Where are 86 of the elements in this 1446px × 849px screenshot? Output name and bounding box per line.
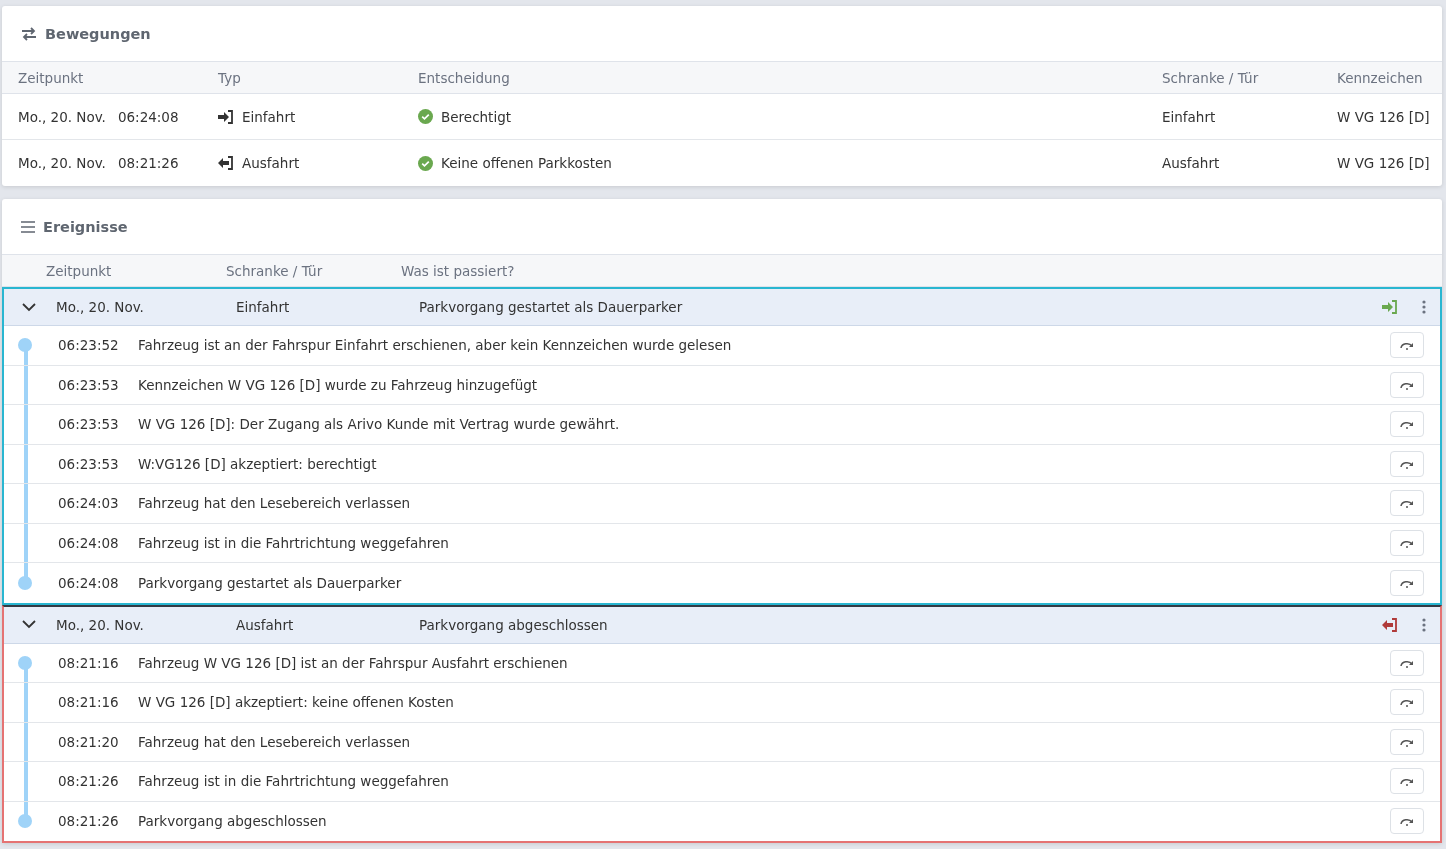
chevron-down-icon[interactable] <box>22 620 36 629</box>
redo-icon <box>1399 816 1415 827</box>
redo-icon <box>1399 498 1415 509</box>
timeline-dot <box>18 338 32 353</box>
column-header: Was ist passiert? <box>401 262 516 279</box>
event-text: Parkvorgang gestartet als Dauerparker <box>138 574 403 591</box>
event-text: Fahrzeug hat den Lesebereich verlassen <box>138 733 412 750</box>
column-header: Schranke / Tür <box>226 262 324 279</box>
column-header: Typ <box>218 69 242 86</box>
event-time: 06:23:53 <box>58 455 120 472</box>
check-circle-icon <box>418 155 433 171</box>
swap-arrows-icon <box>21 26 37 41</box>
event-text: W:VG126 [D] akzeptiert: berechtigt <box>138 455 378 472</box>
replay-button[interactable] <box>1390 808 1424 835</box>
redo-icon <box>1399 776 1415 787</box>
event-time: 06:23:53 <box>58 376 120 393</box>
event-text: Fahrzeug ist in die Fahrtrichtung weggefahren <box>138 534 450 551</box>
event-text: Fahrzeug hat den Lesebereich verlassen <box>138 495 412 512</box>
decision-cell: Berechtigt <box>441 108 511 125</box>
check-circle-icon <box>418 109 433 124</box>
event-text: Fahrzeug ist in die Fahrtrichtung weggefahren <box>138 773 450 790</box>
timeline-dot <box>18 814 32 829</box>
sign-in-icon <box>1382 300 1398 314</box>
gate-cell-text: Ausfahrt <box>1162 155 1221 171</box>
group-gate: Einfahrt <box>236 299 291 315</box>
replay-button[interactable] <box>1390 728 1424 755</box>
timeline-dot <box>18 575 32 590</box>
sign-in-icon <box>218 109 234 124</box>
column-header: Kennzeichen <box>1337 69 1424 86</box>
group-summary: Parkvorgang gestartet als Dauerparker <box>419 299 684 315</box>
type-cell: Ausfahrt <box>242 155 300 171</box>
date-cell: Mo., 20. Nov. <box>18 108 106 125</box>
event-time: 08:21:16 <box>58 654 120 671</box>
sign-out-icon <box>1382 617 1398 632</box>
replay-button[interactable] <box>1390 450 1424 477</box>
group-date: Mo., 20. Nov. <box>56 616 145 633</box>
date-cell: Mo., 20. Nov. <box>18 155 106 171</box>
event-text: Fahrzeug W VG 126 [D] ist an der Fahrspur Ausfahrt erschienen <box>138 654 569 671</box>
time-cell: 08:21:26 <box>117 155 179 171</box>
column-header: Schranke / Tür <box>1162 69 1260 86</box>
event-time: 06:24:03 <box>58 495 120 512</box>
replay-button[interactable] <box>1390 689 1424 716</box>
event-text: W VG 126 [D] akzeptiert: keine offenen Kosten <box>138 694 455 711</box>
column-header: Zeitpunkt <box>18 69 85 86</box>
card-title: Bewegungen <box>45 25 151 42</box>
column-header: Entscheidung <box>418 69 511 86</box>
event-time: 06:23:53 <box>58 416 120 433</box>
event-text: Fahrzeug ist an der Fahrspur Einfahrt erschienen, aber kein Kennzeichen wurde gelesen <box>138 337 733 354</box>
replay-button[interactable] <box>1390 332 1424 359</box>
gate-cell-text: Einfahrt <box>1162 108 1217 125</box>
replay-button[interactable] <box>1390 569 1424 596</box>
redo-icon <box>1399 419 1415 430</box>
group-gate: Ausfahrt <box>236 616 295 633</box>
group-summary: Parkvorgang abgeschlossen <box>419 616 609 633</box>
replay-button[interactable] <box>1390 490 1424 517</box>
replay-button[interactable] <box>1390 649 1424 676</box>
replay-button[interactable] <box>1390 768 1424 795</box>
decision-cell: Keine offenen Parkkosten <box>441 155 612 171</box>
group-date: Mo., 20. Nov. <box>56 299 145 315</box>
type-cell: Einfahrt <box>242 108 296 125</box>
redo-icon <box>1399 340 1415 351</box>
redo-icon <box>1399 697 1415 708</box>
replay-button[interactable] <box>1390 371 1424 398</box>
replay-button[interactable] <box>1390 529 1424 556</box>
card-title: Ereignisse <box>43 218 128 235</box>
plate-cell-text: W VG 126 [D] <box>1337 108 1431 125</box>
more-vertical-icon <box>1422 300 1426 314</box>
replay-button[interactable] <box>1390 411 1424 438</box>
column-header: Zeitpunkt <box>46 262 113 279</box>
event-time: 06:24:08 <box>58 534 120 551</box>
event-time: 08:21:16 <box>58 694 120 711</box>
event-text: W VG 126 [D]: Der Zugang als Arivo Kunde mit Vertrag wurde gewährt. <box>138 416 621 433</box>
event-text: Kennzeichen W VG 126 [D] wurde zu Fahrzeug hinzugefügt <box>138 376 539 393</box>
plate-cell-text: W VG 126 [D] <box>1337 155 1431 171</box>
timeline-dot <box>18 655 32 670</box>
sign-out-icon <box>218 156 234 170</box>
event-time: 08:21:26 <box>58 813 120 830</box>
event-text: Parkvorgang abgeschlossen <box>138 813 328 830</box>
more-vertical-icon <box>1422 617 1426 632</box>
time-cell: 06:24:08 <box>117 108 179 125</box>
chevron-down-icon[interactable] <box>22 302 36 312</box>
event-time: 08:21:26 <box>58 773 120 790</box>
event-time: 06:23:52 <box>58 337 120 354</box>
event-time: 08:21:20 <box>58 733 120 750</box>
event-time: 06:24:08 <box>58 574 120 591</box>
menu-icon <box>21 220 35 233</box>
